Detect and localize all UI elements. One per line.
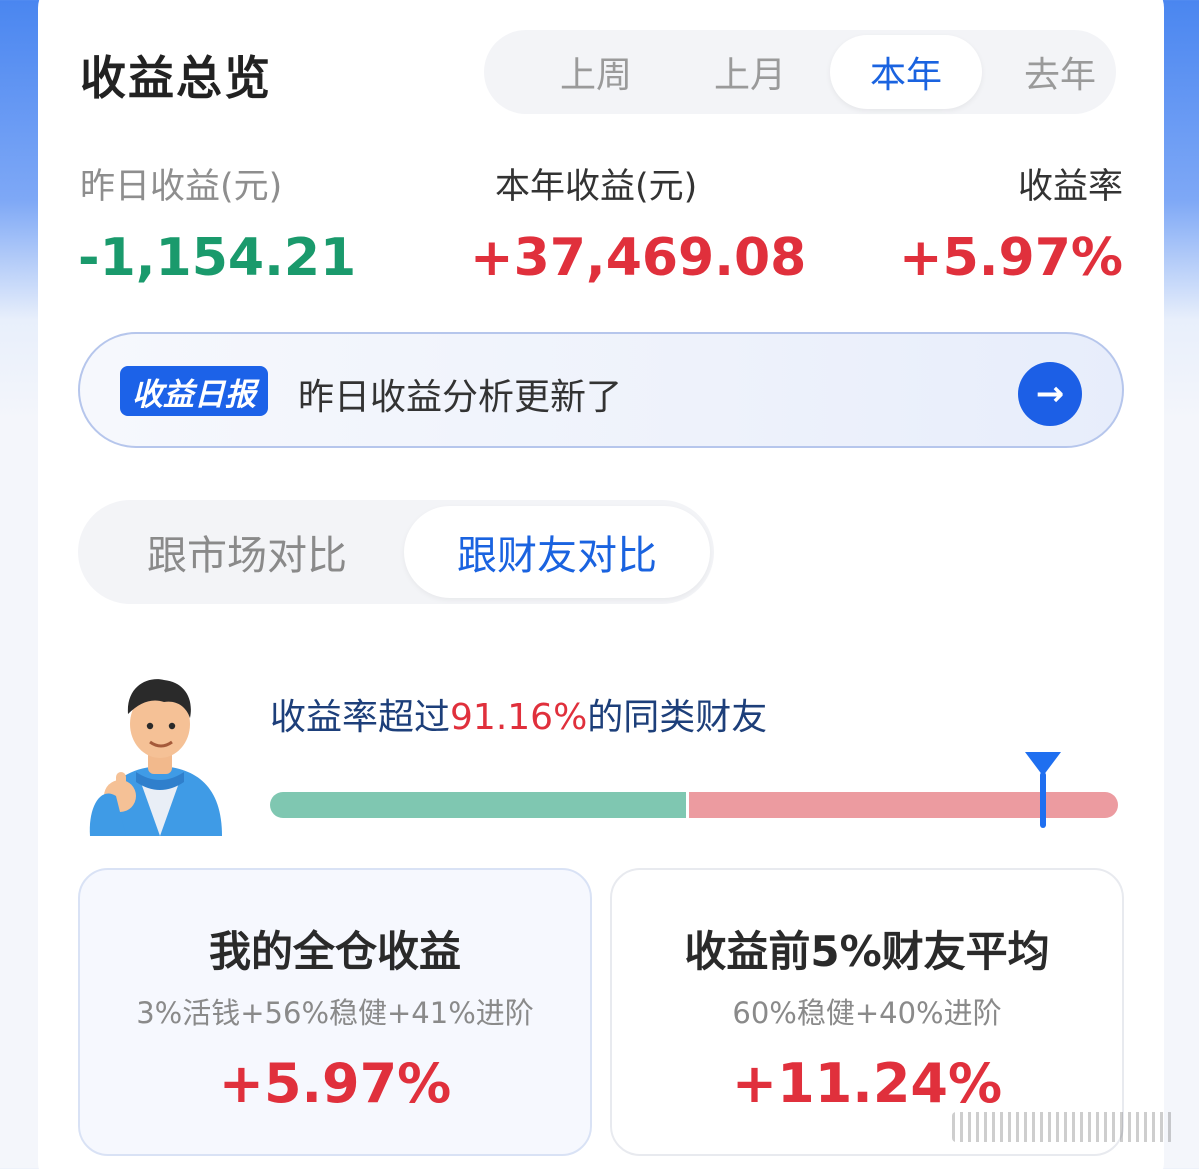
ranking-bar-loss-segment [270, 792, 686, 818]
arrow-right-icon[interactable]: → [1018, 362, 1082, 426]
ranking-marker-line [1040, 772, 1046, 828]
year-earnings-label: 本年收益(元) [495, 167, 698, 207]
top-peers-allocation: 60%稳健+40%进阶 [732, 996, 1002, 1030]
return-rate-value: +5.97% [899, 228, 1123, 288]
ranking-bar-gain-segment [689, 792, 1118, 818]
tab-this-year[interactable]: 本年 [830, 35, 982, 109]
tab-compare-market[interactable]: 跟市场对比 [88, 506, 406, 598]
yesterday-earnings-label: 昨日收益(元) [80, 167, 283, 207]
top-peers-title: 收益前5%财友平均 [684, 927, 1050, 976]
top-peers-return: +11.24% [731, 1052, 1003, 1115]
my-portfolio-return: +5.97% [218, 1052, 452, 1115]
page-title: 收益总览 [80, 51, 272, 105]
tab-last-week[interactable]: 上周 [520, 35, 672, 109]
daily-report-banner[interactable]: 收益日报 昨日收益分析更新了 → [78, 332, 1124, 448]
avatar [89, 679, 222, 836]
daily-report-text: 昨日收益分析更新了 [298, 377, 623, 418]
ranking-prefix: 收益率超过 [270, 697, 451, 738]
return-rate-label: 收益率 [1017, 167, 1123, 207]
yesterday-earnings-value: -1,154.21 [78, 228, 357, 288]
period-tabs: 上周 上月 本年 去年 [484, 30, 1116, 114]
ranking-suffix: 的同类财友 [587, 697, 768, 738]
daily-report-tag: 收益日报 [120, 366, 268, 416]
tab-last-month[interactable]: 上月 [674, 35, 826, 109]
my-portfolio-card[interactable]: 我的全仓收益 3%活钱+56%稳健+41%进阶 +5.97% [78, 868, 592, 1156]
tab-compare-peers[interactable]: 跟财友对比 [404, 506, 710, 598]
year-earnings-value: +37,469.08 [470, 228, 807, 288]
my-portfolio-title: 我的全仓收益 [208, 927, 461, 976]
compare-tabs: 跟市场对比 跟财友对比 [78, 500, 714, 604]
tab-last-year[interactable]: 去年 [984, 35, 1136, 109]
my-portfolio-allocation: 3%活钱+56%稳健+41%进阶 [136, 996, 534, 1030]
peer-ranking-text: 收益率超过91.16%的同类财友 [270, 688, 767, 740]
ranking-percent: 91.16% [450, 697, 588, 738]
watermark [952, 1112, 1174, 1142]
